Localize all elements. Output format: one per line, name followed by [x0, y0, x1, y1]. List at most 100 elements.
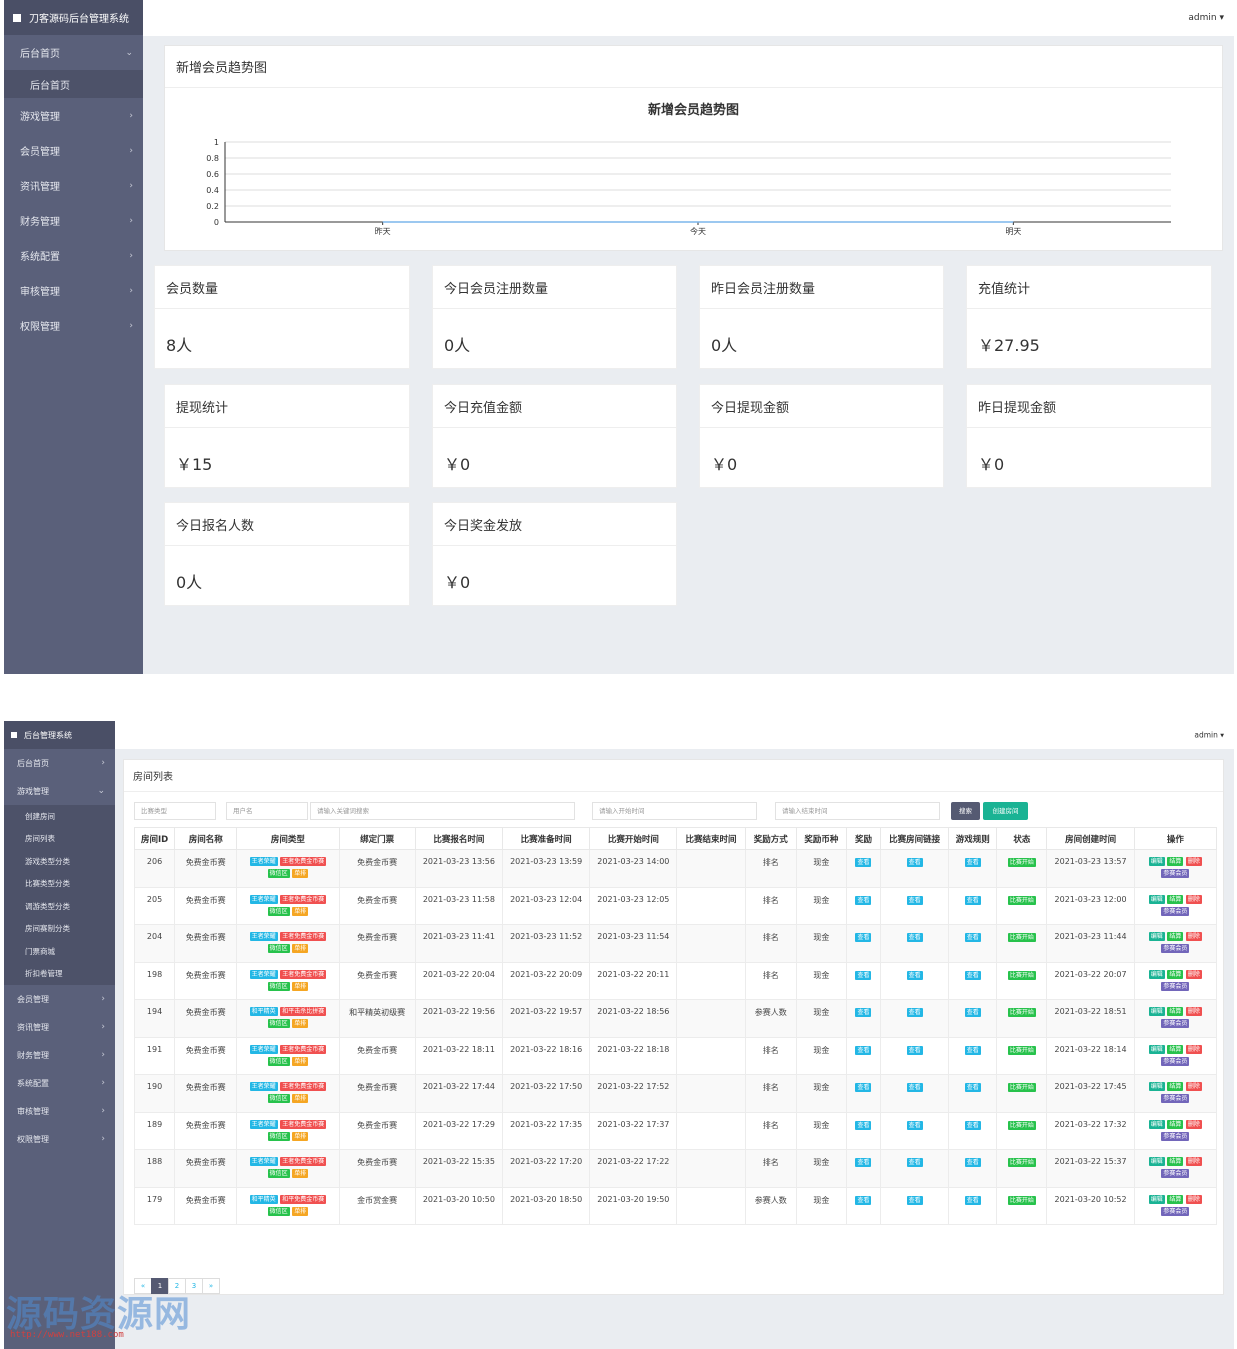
- sidebar-item[interactable]: 财务管理 ›: [4, 1041, 115, 1069]
- edit-button[interactable]: 编辑: [1148, 969, 1165, 979]
- reward-view-button[interactable]: 查看: [855, 1195, 872, 1205]
- members-button[interactable]: 参赛会员: [1161, 869, 1190, 878]
- rules-view-button[interactable]: 查看: [964, 858, 981, 867]
- members-button[interactable]: 参赛会员: [1161, 906, 1190, 916]
- sidebar-item[interactable]: 权限管理 ›: [4, 1125, 115, 1153]
- delete-button[interactable]: 删除: [1185, 1157, 1202, 1166]
- room-link-view-button[interactable]: 查看: [906, 1008, 923, 1017]
- delete-button[interactable]: 删除: [1185, 932, 1202, 941]
- edit-button[interactable]: 编辑: [1148, 1157, 1165, 1166]
- sidebar-subitem[interactable]: 门票商城: [4, 940, 115, 963]
- settle-button[interactable]: 结算: [1167, 1007, 1184, 1016]
- delete-button[interactable]: 删除: [1185, 1007, 1202, 1016]
- reward-view-button[interactable]: 查看: [855, 933, 872, 942]
- edit-button[interactable]: 编辑: [1148, 1044, 1165, 1054]
- room-link-view-button[interactable]: 查看: [906, 970, 923, 980]
- settle-button[interactable]: 结算: [1167, 969, 1184, 979]
- user-menu[interactable]: admin ▾: [1194, 731, 1224, 740]
- settle-button[interactable]: 结算: [1167, 932, 1184, 941]
- members-button[interactable]: 参赛会员: [1161, 1056, 1190, 1066]
- sidebar-subitem[interactable]: 比赛类型分类: [4, 872, 115, 895]
- settle-button[interactable]: 结算: [1167, 1119, 1184, 1129]
- user-menu[interactable]: admin ▾: [1188, 13, 1224, 23]
- sidebar-item[interactable]: 审核管理 ›: [4, 273, 143, 308]
- search-button[interactable]: 搜索: [951, 802, 980, 820]
- sidebar-item[interactable]: 财务管理 ›: [4, 203, 143, 238]
- edit-button[interactable]: 编辑: [1148, 1194, 1165, 1204]
- sidebar-item[interactable]: 资讯管理 ›: [4, 1013, 115, 1041]
- room-link-view-button[interactable]: 查看: [906, 1195, 923, 1205]
- sidebar-item[interactable]: 会员管理 ›: [4, 133, 143, 168]
- end-time-input[interactable]: 请输入结束时间: [775, 802, 940, 820]
- rules-view-button[interactable]: 查看: [964, 933, 981, 942]
- delete-button[interactable]: 删除: [1185, 969, 1202, 979]
- settle-button[interactable]: 结算: [1167, 1194, 1184, 1204]
- settle-button[interactable]: 结算: [1167, 857, 1184, 866]
- rules-view-button[interactable]: 查看: [964, 1045, 981, 1055]
- room-link-view-button[interactable]: 查看: [906, 858, 923, 867]
- delete-button[interactable]: 删除: [1185, 857, 1202, 866]
- sidebar-item[interactable]: 系统配置 ›: [4, 1069, 115, 1097]
- reward-view-button[interactable]: 查看: [855, 1083, 872, 1092]
- start-time-input[interactable]: 请输入开始时间: [592, 802, 757, 820]
- edit-button[interactable]: 编辑: [1148, 1007, 1165, 1016]
- sidebar-item[interactable]: 游戏管理 ›: [4, 98, 143, 133]
- delete-button[interactable]: 删除: [1185, 1044, 1202, 1054]
- keyword-input[interactable]: 请输入关键词搜索: [310, 802, 575, 820]
- members-button[interactable]: 参赛会员: [1161, 1019, 1190, 1028]
- sidebar-subitem[interactable]: 房间列表: [4, 827, 115, 850]
- sidebar-subitem[interactable]: 房间赛制分类: [4, 917, 115, 940]
- sidebar-subitem[interactable]: 折扣卷管理: [4, 962, 115, 985]
- room-link-view-button[interactable]: 查看: [906, 1158, 923, 1167]
- settle-button[interactable]: 结算: [1167, 1157, 1184, 1166]
- settle-button[interactable]: 结算: [1167, 894, 1184, 904]
- sidebar-item-game[interactable]: 游戏管理 ⌄: [4, 777, 115, 805]
- sidebar-subitem[interactable]: 游戏类型分类: [4, 850, 115, 873]
- rules-view-button[interactable]: 查看: [964, 1158, 981, 1167]
- reward-view-button[interactable]: 查看: [855, 1120, 872, 1130]
- edit-button[interactable]: 编辑: [1148, 1082, 1165, 1091]
- delete-button[interactable]: 删除: [1185, 1194, 1202, 1204]
- sidebar-subitem-home[interactable]: 后台首页: [4, 70, 143, 98]
- members-button[interactable]: 参赛会员: [1161, 981, 1190, 991]
- sidebar-subitem[interactable]: 调游类型分类: [4, 895, 115, 918]
- rules-view-button[interactable]: 查看: [964, 1120, 981, 1130]
- sidebar-subitem[interactable]: 创建房间: [4, 805, 115, 828]
- delete-button[interactable]: 删除: [1185, 1082, 1202, 1091]
- edit-button[interactable]: 编辑: [1148, 894, 1165, 904]
- page-link[interactable]: »: [202, 1278, 220, 1294]
- room-link-view-button[interactable]: 查看: [906, 933, 923, 942]
- sidebar-item[interactable]: 资讯管理 ›: [4, 168, 143, 203]
- reward-view-button[interactable]: 查看: [855, 895, 872, 905]
- sidebar-item[interactable]: 权限管理 ›: [4, 308, 143, 343]
- room-link-view-button[interactable]: 查看: [906, 895, 923, 905]
- room-link-view-button[interactable]: 查看: [906, 1120, 923, 1130]
- settle-button[interactable]: 结算: [1167, 1044, 1184, 1054]
- delete-button[interactable]: 删除: [1185, 1119, 1202, 1129]
- members-button[interactable]: 参赛会员: [1161, 944, 1190, 953]
- sidebar-item[interactable]: 会员管理 ›: [4, 985, 115, 1013]
- members-button[interactable]: 参赛会员: [1161, 1131, 1190, 1141]
- sidebar-item[interactable]: 系统配置 ›: [4, 238, 143, 273]
- reward-view-button[interactable]: 查看: [855, 1045, 872, 1055]
- rules-view-button[interactable]: 查看: [964, 1008, 981, 1017]
- delete-button[interactable]: 删除: [1185, 894, 1202, 904]
- match-type-select[interactable]: 比赛类型: [134, 802, 216, 820]
- settle-button[interactable]: 结算: [1167, 1082, 1184, 1091]
- reward-view-button[interactable]: 查看: [855, 1158, 872, 1167]
- edit-button[interactable]: 编辑: [1148, 857, 1165, 866]
- rules-view-button[interactable]: 查看: [964, 970, 981, 980]
- room-link-view-button[interactable]: 查看: [906, 1083, 923, 1092]
- edit-button[interactable]: 编辑: [1148, 1119, 1165, 1129]
- room-link-view-button[interactable]: 查看: [906, 1045, 923, 1055]
- edit-button[interactable]: 编辑: [1148, 932, 1165, 941]
- rules-view-button[interactable]: 查看: [964, 895, 981, 905]
- members-button[interactable]: 参赛会员: [1161, 1169, 1190, 1178]
- sidebar-item-home[interactable]: 后台首页 ›: [4, 749, 115, 777]
- members-button[interactable]: 参赛会员: [1161, 1206, 1190, 1216]
- username-field[interactable]: 用户名: [226, 802, 308, 820]
- members-button[interactable]: 参赛会员: [1161, 1094, 1190, 1103]
- rules-view-button[interactable]: 查看: [964, 1195, 981, 1205]
- create-room-button[interactable]: 创建房间: [983, 802, 1028, 820]
- reward-view-button[interactable]: 查看: [855, 858, 872, 867]
